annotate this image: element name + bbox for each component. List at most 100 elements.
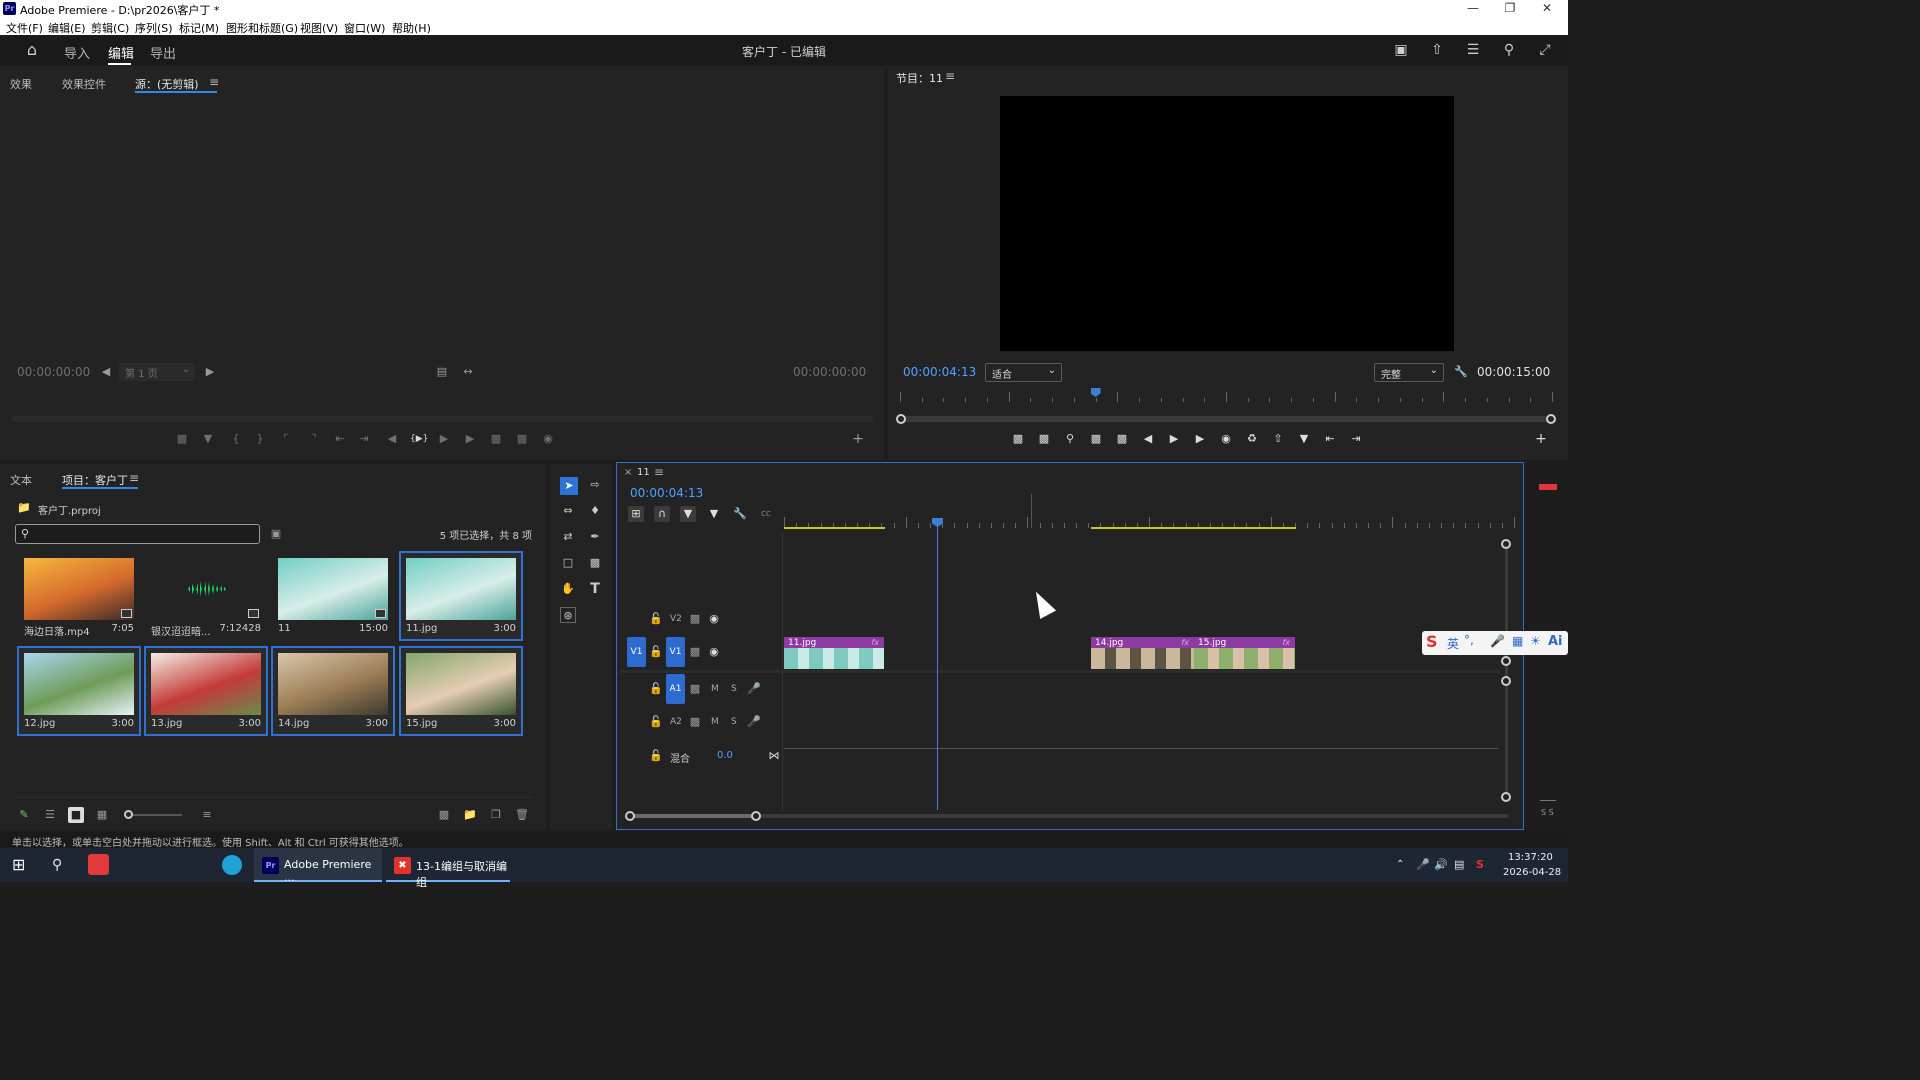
menu-window[interactable]: 窗口(W) [344,20,385,36]
wrench-icon[interactable]: 🔧 [1453,364,1469,380]
ime-ai-button[interactable]: Ai [1548,634,1563,649]
sync-lock-icon[interactable]: ▩ [687,611,703,627]
track-select-tool-icon[interactable]: ⇨ [587,477,603,493]
captions-icon[interactable]: CC [758,506,774,522]
windows-start-icon[interactable]: ⊞ [12,848,25,882]
hscroll-handle-left[interactable] [625,811,635,821]
add-button-icon[interactable]: + [1533,431,1549,447]
timeline-clip[interactable]: 11.jpg fx [784,637,884,669]
meter-solo-label[interactable]: S S [1541,808,1554,817]
export-frame-icon[interactable]: ▩ [174,431,190,447]
menu-edit[interactable]: 编辑(E) [48,20,86,36]
hand-tool-icon[interactable]: ✋ [560,581,576,597]
go-to-in-icon[interactable]: ⇤ [1322,431,1338,447]
mix-end-icon[interactable]: ⋈ [766,748,782,764]
meter-clip-indicator[interactable] [1539,484,1557,490]
step-back-icon[interactable]: ◀ [384,431,400,447]
project-item[interactable]: 11 15:00 [273,553,393,639]
track-target-v1[interactable]: V1 [666,637,685,667]
step-forward-icon[interactable]: ▶ [1192,431,1208,447]
eye-icon[interactable]: ◉ [706,611,722,627]
source-patch-v1[interactable]: V1 [627,637,646,667]
selection-tool-icon[interactable]: ➤ [560,477,578,495]
next-page-icon[interactable]: ▶ [202,364,218,380]
add-button-icon[interactable]: + [850,431,866,447]
taskbar-video[interactable]: ✖ 13-1编组与取消编组 [386,848,510,889]
program-monitor-display[interactable] [1000,96,1454,351]
minimize-icon[interactable]: — [1458,1,1488,16]
extract-icon[interactable]: ▩ [1036,431,1052,447]
timeline-horizontal-scrollbar[interactable] [630,814,1508,818]
linked-selection-icon[interactable]: ∩ [654,506,670,522]
workspace-icon[interactable]: ▣ [1392,41,1410,59]
hscroll-thumb[interactable] [630,814,756,818]
eye-icon[interactable]: ◉ [706,644,722,660]
new-bin-icon[interactable]: 📁 [462,807,478,823]
panel-menu-icon[interactable]: ≡ [129,471,139,485]
work-area-bar[interactable] [1091,527,1296,529]
project-item[interactable]: 15.jpg 3:00 [399,646,523,736]
go-to-in-icon[interactable]: ⇤ [332,431,348,447]
tab-sequence[interactable]: 11 [637,467,650,478]
zoom-fit-select[interactable]: 适合 ⌄ [985,363,1062,382]
insert-icon[interactable]: ▩ [1088,431,1104,447]
vr-icon[interactable]: ♻ [1244,431,1260,447]
project-item[interactable]: 海边日落.mp4 7:05 [19,553,139,639]
microphone-icon[interactable]: 🎤 [746,714,762,730]
program-time-ruler[interactable] [900,388,1553,404]
safe-margins-icon[interactable]: ▤ [434,364,450,380]
go-to-out-icon[interactable]: ⇥ [1348,431,1364,447]
project-item[interactable]: 11.jpg 3:00 [399,551,523,641]
taskbar-premiere[interactable]: Pr Adobe Premiere ... [254,848,382,884]
program-timecode-current[interactable]: 00:00:04:13 [903,365,976,379]
program-playhead-handle[interactable] [1090,388,1101,397]
new-item-icon[interactable]: ❐ [488,807,504,823]
share-icon[interactable]: ⇧ [1428,41,1446,59]
vscroll-handle-bottom[interactable] [1501,792,1511,802]
menu-graphics[interactable]: 图形和标题(G) [226,20,298,36]
marker-icon[interactable]: ▼ [200,431,216,447]
fit-icon[interactable]: ↔ [460,364,476,380]
keyboard-icon[interactable]: ▦ [1512,634,1523,648]
sogou-logo-icon[interactable]: S [1426,632,1438,651]
lock-icon[interactable]: 🔓 [648,681,664,697]
step-back-icon[interactable]: ◀ [1140,431,1156,447]
sync-lock-icon[interactable]: ▩ [687,681,703,697]
clear-in-icon[interactable]: ⌜ [278,431,294,447]
menu-clip[interactable]: 剪辑(C) [91,20,129,36]
menu-help[interactable]: 帮助(H) [392,20,431,36]
caption-tool-icon[interactable]: ⊛ [560,607,576,623]
trash-icon[interactable]: 🗑 [514,807,530,823]
tab-text[interactable]: 文本 [10,472,32,488]
rectangle-tool-icon[interactable]: □ [560,555,576,571]
lock-icon[interactable]: 🔓 [648,611,664,627]
tab-program[interactable]: 节目：11 [896,70,943,86]
tray-volume-icon[interactable]: 🔊 [1434,848,1448,882]
tab-source[interactable]: 源：(无剪辑) [135,76,199,92]
play-icon[interactable]: ▶ [436,431,452,447]
prev-page-icon[interactable]: ◀ [98,364,114,380]
marker-icon[interactable]: ▼ [706,506,722,522]
thumbnail-size-slider[interactable] [124,810,182,819]
sync-lock-icon[interactable]: ▩ [687,644,703,660]
panel-menu-icon[interactable]: ≡ [654,465,664,479]
wrench-icon[interactable]: 🔧 [732,506,748,522]
step-forward-icon[interactable]: ▶ [462,431,478,447]
play-in-to-out-icon[interactable]: {▶} [410,431,428,447]
camera-icon[interactable]: ◉ [540,431,556,447]
ripple-edit-tool-icon[interactable]: ⇔ [560,503,576,519]
timeline-playhead[interactable] [937,520,938,810]
menu-file[interactable]: 文件(F) [6,20,43,36]
solo-button[interactable]: S [731,684,737,694]
list-view-icon[interactable]: ☰ [42,807,58,823]
lock-icon[interactable]: 🔓 [648,714,664,730]
remix-tool-icon[interactable]: ▩ [587,555,603,571]
quality-select[interactable]: 完整 ⌄ [1374,363,1444,382]
taskbar-search-icon[interactable]: ⚲ [52,848,62,882]
vscroll-handle-top[interactable] [1501,539,1511,549]
edge-browser-icon[interactable] [222,855,242,875]
tray-mic-icon[interactable]: 🎤 [1416,848,1430,882]
tray-chevron-icon[interactable]: ⌃ [1396,848,1404,882]
export-icon[interactable]: ⇧ [1270,431,1286,447]
tab-effect-controls[interactable]: 效果控件 [62,76,106,92]
